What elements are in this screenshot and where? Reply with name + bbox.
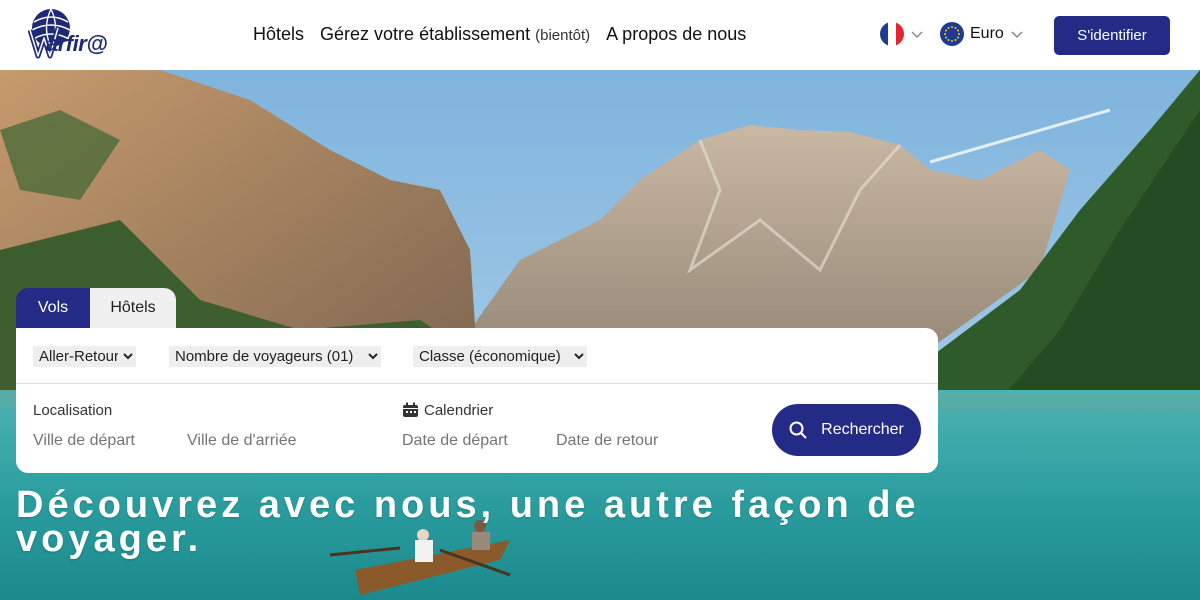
nav-manage[interactable]: Gérez votre établissement (bientôt) — [320, 24, 590, 45]
class-select[interactable]: Classe (économique) — [413, 346, 587, 367]
trip-type-select[interactable]: Aller-Retour — [33, 346, 136, 367]
nav-about[interactable]: A propos de nous — [606, 24, 746, 45]
search-tabs: Vols Hôtels — [16, 288, 176, 328]
hero-headline: Découvrez avec nous, une autre façon de … — [16, 484, 920, 560]
search-options-row: Aller-Retour Nombre de voyageurs (01) Cl… — [16, 328, 938, 384]
site-header: arfir@ Hôtels Gérez votre établissement … — [0, 0, 1200, 70]
eu-flag-icon — [940, 22, 964, 46]
currency-selector[interactable]: Euro — [940, 22, 1024, 46]
chevron-down-icon — [1011, 31, 1023, 39]
search-icon — [789, 421, 807, 439]
signin-button[interactable]: S'identifier — [1054, 16, 1170, 55]
hero-section: Vols Hôtels Aller-Retour Nombre de voyag… — [0, 70, 1200, 600]
calendar-label: Calendrier — [424, 402, 494, 419]
nav-manage-soon: (bientôt) — [535, 27, 591, 44]
site-logo[interactable]: arfir@ — [28, 8, 128, 60]
nav-hotels[interactable]: Hôtels — [253, 24, 304, 45]
search-card: Aller-Retour Nombre de voyageurs (01) Cl… — [16, 328, 938, 473]
tab-hotels[interactable]: Hôtels — [90, 288, 176, 328]
main-nav: Hôtels Gérez votre établissement (bientô… — [253, 24, 746, 45]
tab-flights[interactable]: Vols — [16, 288, 90, 328]
search-fields-row: Localisation Calendrier Rechercher — [16, 384, 938, 472]
travelers-select[interactable]: Nombre de voyageurs (01) — [169, 346, 381, 367]
arrival-city-input[interactable] — [187, 432, 327, 450]
currency-label: Euro — [970, 25, 1004, 42]
return-date-input[interactable] — [556, 432, 696, 450]
location-label: Localisation — [33, 402, 113, 419]
nav-manage-label: Gérez votre établissement — [320, 24, 531, 44]
chevron-down-icon — [911, 31, 923, 39]
search-button[interactable]: Rechercher — [772, 404, 921, 456]
search-button-label: Rechercher — [821, 421, 904, 438]
logo-wordmark: arfir@ — [46, 31, 108, 56]
france-flag-icon — [880, 22, 904, 46]
departure-date-input[interactable] — [402, 432, 542, 450]
language-selector[interactable] — [880, 22, 924, 46]
calendar-icon — [403, 402, 418, 417]
departure-city-input[interactable] — [33, 432, 173, 450]
